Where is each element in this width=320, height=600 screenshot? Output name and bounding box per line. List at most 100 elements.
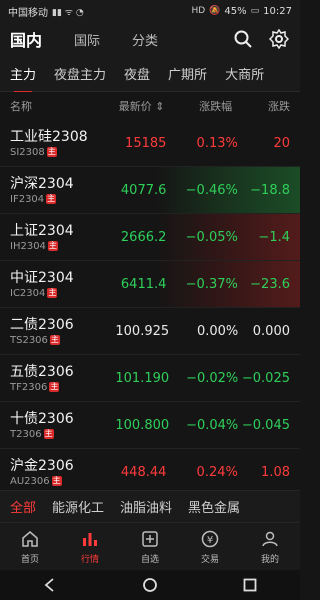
- col-change[interactable]: 涨跌: [232, 98, 290, 114]
- latest-price: 100.800: [115, 417, 170, 433]
- table-row[interactable]: 十债2306 T2306 主 100.800 −0.04% −0.045: [0, 402, 300, 449]
- battery-icon: ▭: [250, 6, 260, 16]
- subtab-main[interactable]: 主力: [10, 64, 36, 93]
- col-latest-price[interactable]: 最新价 ⇕: [97, 98, 165, 114]
- change-value: 0.000: [252, 323, 290, 339]
- category-all[interactable]: 全部: [10, 497, 36, 516]
- svg-text:¥: ¥: [207, 535, 213, 546]
- settings-icon[interactable]: [268, 28, 290, 50]
- category-oils[interactable]: 油脂油料: [120, 497, 172, 516]
- table-row[interactable]: 五债2306 TF2306 主 101.190 −0.02% −0.025: [0, 355, 300, 402]
- search-icon[interactable]: [232, 28, 254, 50]
- category-ferrous[interactable]: 黑色金属: [188, 497, 240, 516]
- change-percent: −0.04%: [186, 417, 239, 433]
- latest-price: 448.44: [120, 464, 167, 480]
- table-row[interactable]: 工业硅2308 SI2308 主 15185 0.13% 20: [0, 120, 300, 167]
- subtab-night-main[interactable]: 夜盘主力: [54, 64, 106, 83]
- change-percent: 0.13%: [196, 135, 238, 151]
- tab-category[interactable]: 分类: [132, 30, 158, 49]
- table-row[interactable]: 沪金2306 AU2306 主 448.44 0.24% 1.08: [0, 449, 300, 486]
- tab-home-label: 首页: [20, 554, 39, 565]
- tab-quotes-label: 行情: [80, 554, 99, 565]
- contract-name: 工业硅2308: [10, 128, 88, 145]
- system-nav-bar: [0, 570, 300, 600]
- top-nav: 国内 国际 分类: [0, 22, 300, 56]
- main-contract-badge: 主: [46, 147, 57, 157]
- change-value: −23.6: [250, 276, 290, 292]
- trade-icon: ¥: [201, 530, 219, 547]
- change-percent: −0.37%: [185, 276, 238, 292]
- tab-domestic[interactable]: 国内: [10, 27, 42, 51]
- latest-price: 100.925: [115, 323, 170, 339]
- table-row[interactable]: 上证2304 IH2304 主 2666.2 −0.05% −1.4: [0, 214, 300, 261]
- main-contract-badge: 主: [47, 241, 58, 251]
- change-value: 1.08: [261, 464, 290, 480]
- contract-name: 二债2306: [10, 316, 74, 333]
- tab-international[interactable]: 国际: [74, 30, 100, 49]
- watchlist-icon: [142, 530, 158, 547]
- market-subtabs: 主力 夜盘主力 夜盘 广期所 大商所: [0, 56, 300, 93]
- tab-home[interactable]: 首页: [0, 523, 60, 570]
- contract-name: 沪金2306: [10, 457, 74, 474]
- clock: 10:27: [263, 5, 292, 17]
- col-name: 名称: [10, 100, 32, 113]
- latest-price: 2666.2: [120, 229, 167, 245]
- category-bar: 全部 能源化工 油脂油料 黑色金属: [0, 490, 300, 522]
- contract-code: TS2306: [10, 334, 48, 346]
- contract-code: T2306: [10, 428, 42, 440]
- change-percent: 0.24%: [196, 464, 238, 480]
- category-energy-chem[interactable]: 能源化工: [52, 497, 104, 516]
- main-contract-badge: 主: [49, 382, 60, 392]
- home-icon: [22, 530, 38, 547]
- contract-code: SI2308: [10, 146, 45, 158]
- chart-icon: [83, 532, 97, 546]
- carrier-name: 中国移动: [8, 7, 48, 19]
- mute-icon: 🔕: [209, 6, 221, 16]
- contract-code: IH2304: [10, 240, 46, 252]
- contract-code: AU2306: [10, 475, 50, 487]
- change-percent: −0.05%: [185, 229, 238, 245]
- tab-profile-label: 我的: [260, 554, 279, 565]
- battery-percent: 45%: [224, 5, 247, 17]
- tab-trade-label: 交易: [200, 554, 219, 565]
- latest-price: 6411.4: [120, 276, 167, 292]
- status-bar: 中国移动 ▮▮ ᯤ ◔ HD 🔕 45% ▭ 10:27: [0, 0, 300, 22]
- change-value: −18.8: [250, 182, 290, 198]
- back-icon[interactable]: [35, 575, 65, 595]
- network-indicators-icon: ▮▮ ᯤ ◔: [52, 7, 84, 18]
- tab-profile[interactable]: 我的: [240, 523, 300, 570]
- change-percent: −0.02%: [186, 370, 239, 386]
- col-change-pct[interactable]: 涨跌幅: [164, 98, 232, 114]
- subtab-gfex[interactable]: 广期所: [168, 64, 207, 83]
- table-row[interactable]: 中证2304 IC2304 主 6411.4 −0.37% −23.6: [0, 261, 300, 308]
- col-latest-price-label: 最新价: [118, 100, 152, 113]
- subtab-night[interactable]: 夜盘: [124, 64, 150, 83]
- main-contract-badge: 主: [51, 476, 62, 486]
- home-circle-icon[interactable]: [135, 575, 165, 595]
- quote-list: 工业硅2308 SI2308 主 15185 0.13% 20 沪深2304 IF…: [0, 120, 300, 486]
- tab-watchlist-label: 自选: [140, 554, 159, 565]
- contract-code: TF2306: [10, 381, 48, 393]
- change-value: −0.045: [241, 417, 290, 433]
- table-row[interactable]: 二债2306 TS2306 主 100.925 0.00% 0.000: [0, 308, 300, 355]
- profile-icon: [262, 531, 278, 546]
- contract-code: IC2304: [10, 287, 46, 299]
- tab-trade[interactable]: ¥ 交易: [180, 523, 240, 570]
- bottom-tab-bar: 首页 行情 自选 ¥ 交易 我的: [0, 522, 300, 570]
- subtab-dce[interactable]: 大商所: [225, 64, 264, 83]
- tab-watchlist[interactable]: 自选: [120, 523, 180, 570]
- contract-name: 中证2304: [10, 269, 74, 286]
- change-value: 20: [273, 135, 290, 151]
- recents-icon[interactable]: [235, 575, 265, 595]
- column-header-row: 名称 最新价 ⇕ 涨跌幅 涨跌: [0, 92, 300, 120]
- latest-price: 101.190: [115, 370, 170, 386]
- table-row[interactable]: 沪深2304 IF2304 主 4077.6 −0.46% −18.8: [0, 167, 300, 214]
- contract-name: 五债2306: [10, 363, 74, 380]
- hd-indicator: HD: [191, 6, 206, 16]
- main-contract-badge: 主: [43, 429, 54, 439]
- main-contract-badge: 主: [49, 335, 60, 345]
- change-value: −1.4: [258, 229, 290, 245]
- tab-quotes[interactable]: 行情: [60, 523, 120, 570]
- latest-price: 15185: [125, 135, 167, 151]
- latest-price: 4077.6: [120, 182, 167, 198]
